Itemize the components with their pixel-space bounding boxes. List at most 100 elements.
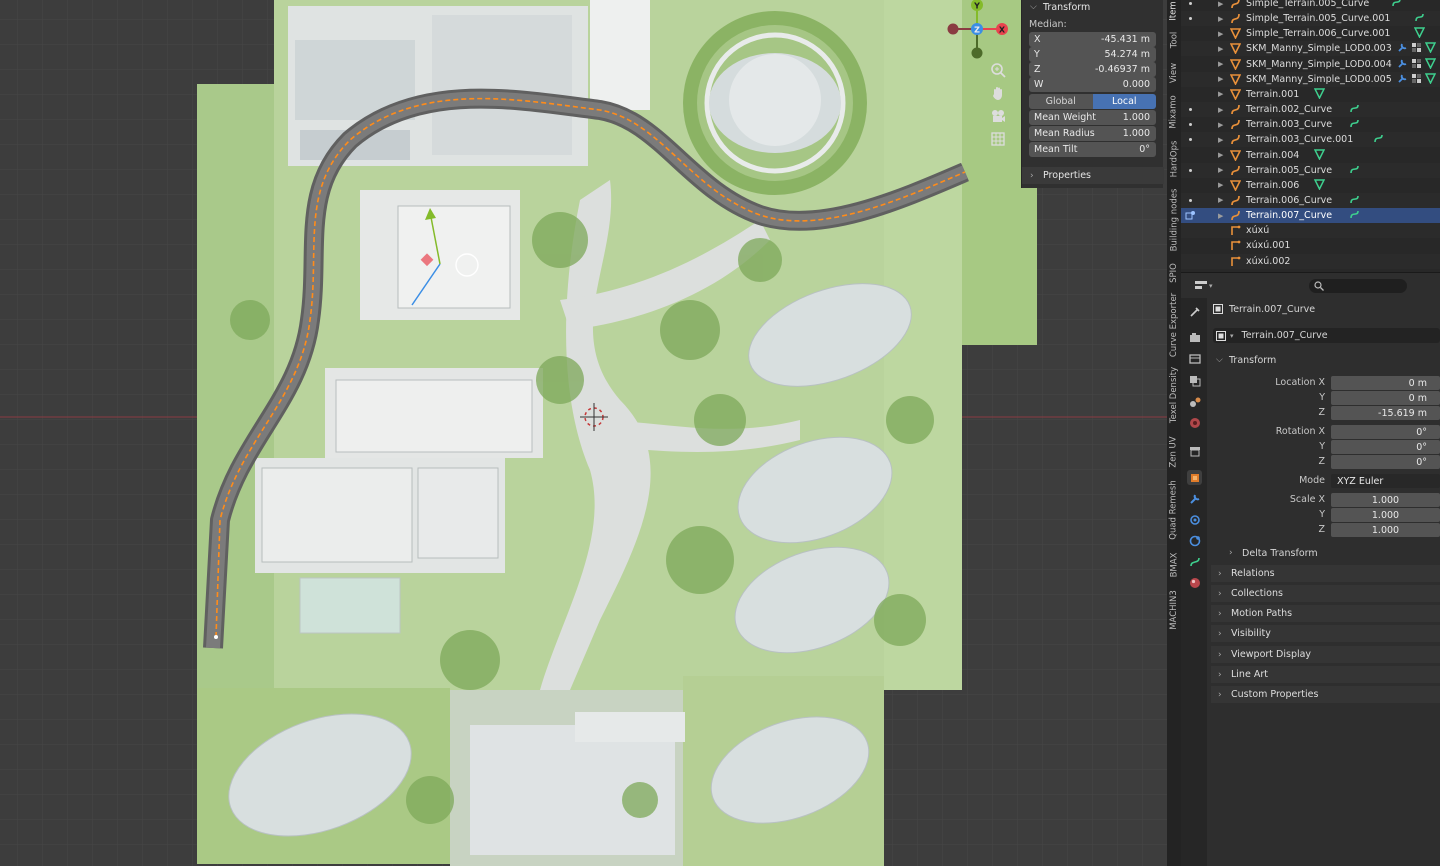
rotation-y-field[interactable]: 0° [1331,440,1440,454]
checker-material-icon[interactable] [1411,73,1422,84]
tab-mixamo[interactable]: Mixamo [1167,92,1181,132]
outliner-row[interactable]: ▶ Terrain.003_Curve [1181,117,1440,132]
expand-arrow-icon[interactable]: ▶ [1218,0,1223,8]
properties-subpanel-header[interactable]: › Properties [1022,167,1164,184]
scale-z-field[interactable]: 1.000 [1331,523,1440,537]
visibility-dot-icon[interactable] [1189,108,1192,112]
3d-viewport[interactable]: X Y Z ⌵ Transform Median: X -45.431 m Y … [0,0,1167,866]
transform-panel-header[interactable]: ⌵ Transform [1022,0,1163,14]
outliner-row[interactable]: ▶ Terrain.006_Curve [1181,192,1440,208]
visibility-dot-icon[interactable] [1189,168,1192,172]
checker-material-icon[interactable] [1411,42,1422,53]
location-y-field[interactable]: 0 m [1331,391,1440,405]
transform-section-header[interactable]: ⌵ Transform [1211,352,1440,368]
outliner-row[interactable]: ▶ Simple_Terrain.006_Curve.001 [1181,26,1440,41]
output-icon[interactable] [1187,351,1202,366]
tab-view[interactable]: View [1167,58,1181,88]
mesh-data-icon[interactable] [1424,57,1436,69]
visibility-dot-icon[interactable] [1189,2,1192,5]
expand-arrow-icon[interactable]: ▶ [1218,30,1223,38]
checker-material-icon[interactable] [1411,58,1422,69]
pan-hand-icon[interactable] [987,82,1009,104]
properties-search-input[interactable] [1309,279,1407,293]
custom-properties-section[interactable]: › Custom Properties [1211,686,1440,703]
tab-spio[interactable]: SPIO [1167,258,1181,288]
outliner-row[interactable]: xúxú [1181,223,1440,239]
mesh-data-icon[interactable] [1414,27,1426,39]
tool-settings-icon[interactable] [1187,304,1202,319]
curve-data-icon[interactable] [1414,12,1425,23]
curve-data-icon[interactable] [1349,194,1360,205]
median-x-field[interactable]: X -45.431 m [1029,32,1156,47]
mesh-data-icon[interactable] [1313,148,1325,160]
median-y-field[interactable]: Y 54.274 m [1029,47,1156,62]
delta-transform-subpanel[interactable]: › Delta Transform [1225,545,1440,561]
mesh-data-icon[interactable] [1424,73,1436,84]
outliner-row[interactable]: ▶ Simple_Terrain.005_Curve [1181,0,1440,11]
expand-arrow-icon[interactable]: ▶ [1218,60,1223,68]
view-layer-icon[interactable] [1187,373,1202,388]
editor-type-dropdown[interactable]: ▾ [1195,279,1215,293]
expand-arrow-icon[interactable]: ▶ [1218,151,1223,159]
modifier-wrench-icon[interactable] [1397,42,1408,53]
datablock-selector[interactable]: ▾ Terrain.007_Curve [1213,328,1440,343]
motion-paths-section[interactable]: › Motion Paths [1211,605,1440,622]
outliner-row[interactable]: ▶ Terrain.001 [1181,87,1440,102]
visibility-dot-icon[interactable] [1189,123,1192,127]
mean-radius-field[interactable]: Mean Radius 1.000 [1029,126,1156,141]
outliner-row[interactable]: ▶ Terrain.003_Curve.001 [1181,132,1440,148]
tab-tool[interactable]: Tool [1167,26,1181,54]
curve-data-icon[interactable] [1349,118,1360,129]
modifier-wrench-icon[interactable] [1187,491,1202,506]
ortho-grid-icon[interactable] [987,128,1009,150]
tab-curve-exporter[interactable]: Curve Exporter [1167,292,1181,358]
expand-arrow-icon[interactable]: ▶ [1218,45,1223,53]
mean-weight-field[interactable]: Mean Weight 1.000 [1029,110,1156,125]
tab-zen-uv[interactable]: Zen UV [1167,432,1181,472]
object-properties-icon[interactable] [1187,470,1202,485]
curve-data-icon[interactable] [1349,209,1360,220]
location-z-field[interactable]: -15.619 m [1331,406,1440,420]
mesh-data-icon[interactable] [1424,42,1436,54]
location-x-field[interactable]: 0 m [1331,376,1440,390]
curve-data-icon[interactable] [1391,0,1402,8]
particles-icon[interactable] [1187,512,1202,527]
mean-tilt-field[interactable]: Mean Tilt 0° [1029,142,1156,157]
relations-section[interactable]: › Relations [1211,565,1440,582]
visibility-dot-icon[interactable] [1189,17,1192,21]
expand-arrow-icon[interactable]: ▶ [1218,121,1223,129]
collection-icon[interactable] [1187,443,1202,458]
viewport-display-section[interactable]: › Viewport Display [1211,646,1440,663]
render-icon[interactable] [1187,330,1202,345]
tab-hardops[interactable]: HardOps [1167,136,1181,182]
expand-arrow-icon[interactable]: ▶ [1218,90,1223,98]
expand-arrow-icon[interactable]: ▶ [1218,75,1223,83]
world-icon[interactable] [1187,415,1202,430]
expand-arrow-icon[interactable]: ▶ [1218,15,1223,23]
rotation-x-field[interactable]: 0° [1331,425,1440,439]
outliner-row[interactable]: ▶ Terrain.006 [1181,178,1440,193]
scale-x-field[interactable]: 1.000 [1331,493,1440,507]
expand-arrow-icon[interactable]: ▶ [1218,212,1223,220]
expand-arrow-icon[interactable]: ▶ [1218,181,1223,189]
camera-view-icon[interactable] [987,105,1009,127]
median-w-field[interactable]: W 0.000 [1029,77,1156,92]
outliner-row[interactable]: ▶ Terrain.004 [1181,148,1440,163]
tab-texel-density[interactable]: Texel Density [1167,362,1181,428]
visibility-section[interactable]: › Visibility [1211,625,1440,642]
outliner-row[interactable]: ▶ SKM_Manny_Simple_LOD0.003 [1181,41,1440,57]
rotation-mode-dropdown[interactable]: XYZ Euler [1331,474,1440,488]
mesh-data-icon[interactable] [1313,179,1325,190]
expand-arrow-icon[interactable]: ▶ [1218,136,1223,144]
visibility-dot-icon[interactable] [1189,138,1192,142]
curve-data-icon[interactable] [1349,164,1360,175]
visibility-dot-icon[interactable] [1189,198,1192,202]
modifier-wrench-icon[interactable] [1397,73,1408,84]
outliner-row[interactable]: ▶ Terrain.002_Curve [1181,102,1440,118]
scene-icon[interactable] [1187,394,1202,409]
tab-bmax[interactable]: BMAX [1167,548,1181,582]
expand-arrow-icon[interactable]: ▶ [1218,166,1223,174]
curve-data-icon[interactable] [1349,103,1360,114]
outliner-row[interactable]: xúxú.002 [1181,253,1440,269]
tab-quad-remesh[interactable]: Quad Remesh [1167,476,1181,544]
